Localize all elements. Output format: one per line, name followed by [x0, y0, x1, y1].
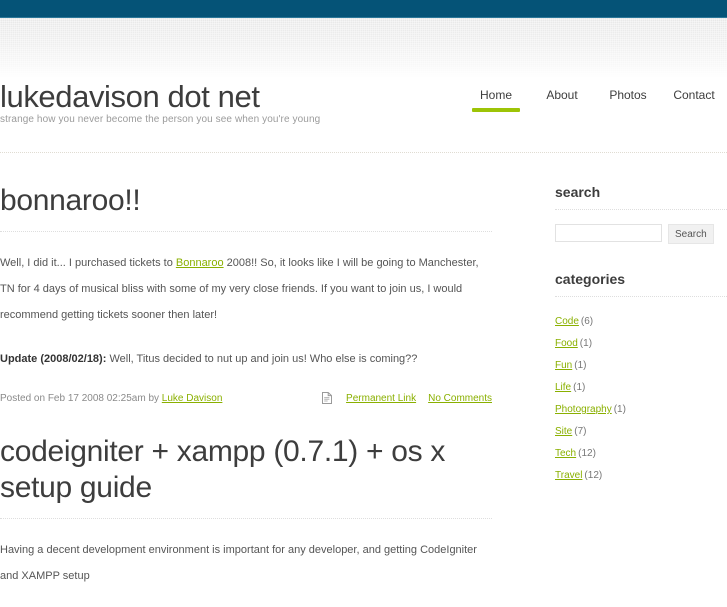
post-title[interactable]: codeigniter + xampp (0.7.1) + os x setup… [0, 434, 492, 506]
paragraph-text-before-link: Well, I did it... I purchased tickets to [0, 257, 176, 269]
nav-item-contact[interactable]: Contact [661, 88, 727, 118]
widget-divider [555, 209, 727, 210]
post-author-link[interactable]: Luke Davison [162, 393, 223, 404]
main-navigation: Home About Photos Contact [463, 88, 727, 118]
sidebar: search Search categories Code (6) Food (1)… [555, 183, 727, 607]
post-paragraph: Well, I did it... I purchased tickets to… [0, 250, 492, 328]
nav-item-contact-label: Contact [673, 88, 715, 102]
category-link-code[interactable]: Code [555, 316, 579, 327]
category-count: (6) [580, 316, 594, 327]
nav-item-about[interactable]: About [529, 88, 595, 118]
page-wrapper: lukedavison dot net strange how you neve… [0, 78, 727, 607]
content-column: bonnaroo!! Well, I did it... I purchased… [0, 183, 492, 607]
list-item: Site (7) [555, 421, 727, 443]
site-title[interactable]: lukedavison dot net [0, 80, 320, 114]
category-count: (12) [584, 470, 603, 481]
list-item: Fun (1) [555, 355, 727, 377]
post-meta-links: Permanent Link No Comments [322, 392, 492, 404]
widget-categories: categories Code (6) Food (1) Fun (1) Life (1… [555, 270, 727, 487]
category-count: (1) [613, 404, 626, 415]
category-count: (1) [573, 382, 586, 393]
post-body: Well, I did it... I purchased tickets to… [0, 250, 492, 372]
category-link-travel[interactable]: Travel [555, 470, 582, 481]
header-gradient-band [0, 18, 727, 78]
categories-widget-title: categories [555, 271, 626, 287]
list-item: Life (1) [555, 377, 727, 399]
nav-active-underline [472, 108, 520, 112]
category-link-fun[interactable]: Fun [555, 360, 572, 371]
category-link-life[interactable]: Life [555, 382, 571, 393]
list-item: Food (1) [555, 333, 727, 355]
site-tagline: strange how you never become the person … [0, 114, 321, 125]
post-bonnaroo: bonnaroo!! Well, I did it... I purchased… [0, 183, 492, 404]
nav-item-photos[interactable]: Photos [595, 88, 661, 118]
nav-underline-inactive [604, 108, 652, 112]
category-count: (1) [579, 338, 593, 349]
post-update-paragraph: Update (2008/02/18): Well, Titus decided… [0, 346, 492, 372]
update-label: Update (2008/02/18): [0, 353, 107, 365]
category-count: (1) [574, 360, 587, 371]
comments-link[interactable]: No Comments [428, 393, 492, 404]
post-title-divider [0, 518, 492, 519]
categories-list: Code (6) Food (1) Fun (1) Life (1) Photograp… [555, 311, 727, 487]
category-link-photography[interactable]: Photography [555, 404, 612, 415]
widget-search: search Search [555, 183, 727, 244]
search-button[interactable]: Search [668, 224, 714, 244]
post-title-divider [0, 231, 492, 232]
branding: lukedavison dot net strange how you neve… [0, 80, 320, 126]
nav-item-home-label: Home [479, 88, 512, 102]
post-title[interactable]: bonnaroo!! [0, 183, 492, 219]
post-meta: Posted on Feb 17 2008 02:25am by Luke Da… [0, 392, 492, 404]
category-link-site[interactable]: Site [555, 426, 572, 437]
top-accent-bar [0, 0, 727, 17]
post-codeigniter: codeigniter + xampp (0.7.1) + os x setup… [0, 434, 492, 589]
category-link-tech[interactable]: Tech [555, 448, 576, 459]
list-item: Photography (1) [555, 399, 727, 421]
list-item: Code (6) [555, 311, 727, 333]
permanent-link[interactable]: Permanent Link [346, 393, 416, 404]
bonnaroo-link[interactable]: Bonnaroo [176, 257, 224, 269]
category-count: (12) [578, 448, 596, 459]
category-link-food[interactable]: Food [555, 338, 578, 349]
list-item: Travel (12) [555, 465, 727, 487]
search-input[interactable] [555, 224, 662, 242]
header-divider [0, 152, 727, 153]
post-meta-posted-text: Posted on Feb 17 2008 02:25am by [0, 392, 162, 404]
main-layout: bonnaroo!! Well, I did it... I purchased… [0, 183, 727, 607]
list-item: Tech (12) [555, 443, 727, 465]
nav-underline-inactive [670, 108, 718, 112]
category-count: (7) [574, 426, 587, 437]
search-form: Search [555, 224, 727, 244]
search-widget-title: search [555, 184, 601, 200]
nav-item-home[interactable]: Home [463, 88, 529, 118]
post-meta-byline: Posted on Feb 17 2008 02:25am by Luke Da… [0, 393, 322, 404]
update-text: Well, Titus decided to nut up and join u… [106, 353, 418, 365]
nav-item-about-label: About [546, 88, 578, 102]
document-icon [322, 392, 333, 404]
nav-underline-inactive [538, 108, 586, 112]
nav-item-photos-label: Photos [609, 88, 647, 102]
widget-divider [555, 296, 727, 297]
site-header: lukedavison dot net strange how you neve… [0, 78, 727, 146]
